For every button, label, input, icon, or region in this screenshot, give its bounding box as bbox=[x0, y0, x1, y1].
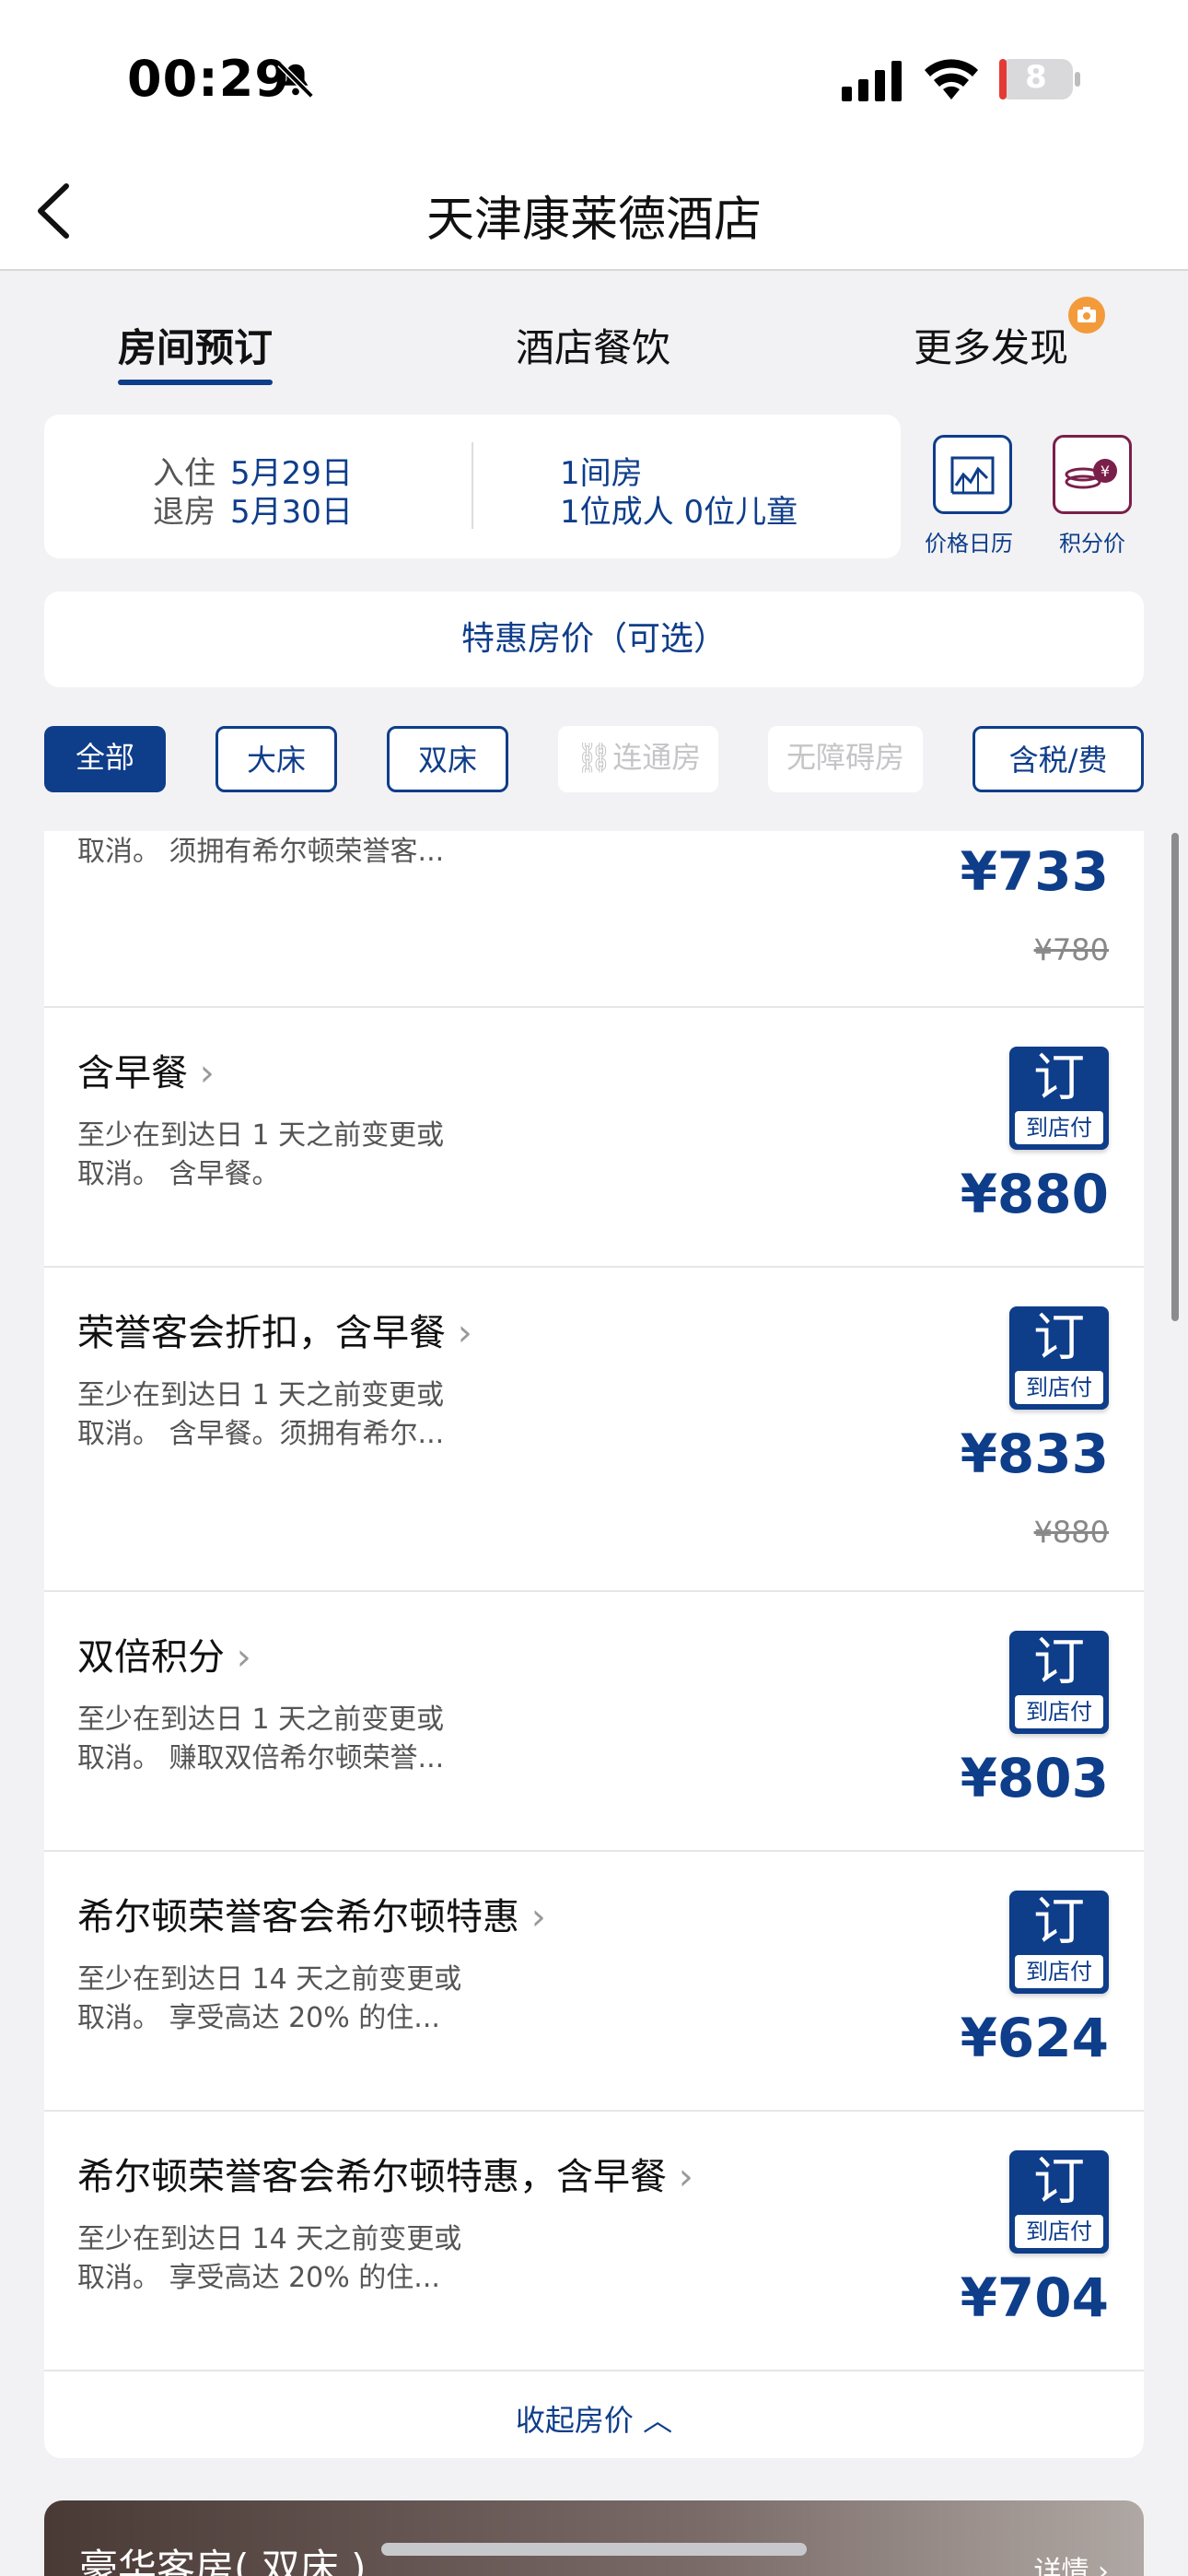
tab-dining[interactable]: 酒店餐饮 bbox=[516, 317, 670, 373]
rate-price: ¥704 bbox=[960, 2266, 1109, 2329]
rate-name-text: 荣誉客会折扣，含早餐 bbox=[77, 1312, 446, 1354]
chevron-right-icon: › bbox=[236, 1636, 251, 1679]
rate-name[interactable]: 希尔顿荣誉客会希尔顿特惠 › bbox=[77, 1887, 546, 1940]
room-details-link[interactable]: 详情 › bbox=[1033, 2548, 1109, 2576]
rate-desc: 至少在到达日 1 天之前变更或 bbox=[77, 1119, 445, 1152]
rate-name-text: 双倍积分 bbox=[77, 1636, 225, 1679]
guest-count[interactable]: 1位成人 0位儿童 bbox=[560, 486, 798, 532]
details-label: 详情 bbox=[1033, 2556, 1089, 2576]
book-button[interactable]: 订到店付 bbox=[1009, 1306, 1109, 1410]
pay-at-hotel-label: 到店付 bbox=[1015, 1111, 1103, 1144]
battery-level: 8 bbox=[1025, 59, 1047, 96]
pay-at-hotel-label: 到店付 bbox=[1015, 1695, 1103, 1728]
rate-name-text: 含早餐 bbox=[77, 1052, 188, 1095]
rate-price: ¥880 bbox=[960, 1163, 1109, 1225]
rate-original-price: ¥780 bbox=[1033, 932, 1109, 967]
rate-desc: 取消。 含早餐。 bbox=[77, 1158, 280, 1190]
chevron-right-icon: › bbox=[530, 1896, 546, 1938]
row-divider bbox=[44, 2110, 1144, 2112]
checkout-date[interactable]: 5月30日 bbox=[230, 486, 353, 532]
pay-at-hotel-label: 到店付 bbox=[1015, 1955, 1103, 1988]
price-calendar-label: 价格日历 bbox=[925, 531, 1013, 556]
book-label: 订 bbox=[1033, 1048, 1085, 1108]
tab-discover[interactable]: 更多发现 bbox=[914, 317, 1068, 373]
page-title: 天津康莱德酒店 bbox=[425, 193, 762, 248]
row-divider bbox=[44, 1266, 1144, 1268]
special-rate-selector[interactable]: 特惠房价（可选） bbox=[44, 591, 1144, 687]
row-divider bbox=[44, 1850, 1144, 1852]
price-calendar-button[interactable] bbox=[933, 435, 1012, 514]
tab-room-booking[interactable]: 房间预订 bbox=[118, 317, 273, 373]
row-divider bbox=[44, 2370, 1144, 2371]
rate-name[interactable]: 荣誉客会折扣，含早餐 › bbox=[77, 1303, 472, 1356]
book-button[interactable]: 订到店付 bbox=[1009, 1047, 1109, 1150]
filter-accessible-room: 无障碍房 bbox=[768, 726, 923, 792]
home-indicator[interactable] bbox=[381, 2543, 807, 2556]
tab-active-indicator bbox=[118, 380, 273, 385]
status-time: 00:29 bbox=[127, 50, 290, 108]
chevron-right-icon: › bbox=[457, 1312, 472, 1354]
svg-text:¥: ¥ bbox=[1101, 463, 1110, 480]
room-title: 豪华客房( 双床 ) bbox=[79, 2546, 367, 2576]
rate-name-text: 希尔顿荣誉客会希尔顿特惠 bbox=[77, 1896, 519, 1938]
book-label: 订 bbox=[1033, 1892, 1085, 1952]
row-divider bbox=[44, 1590, 1144, 1592]
pay-at-hotel-label: 到店付 bbox=[1015, 1371, 1103, 1404]
battery-indicator: 8 bbox=[998, 57, 1081, 101]
rate-price: ¥624 bbox=[960, 2007, 1109, 2069]
chevron-up-icon: ︿ bbox=[643, 2403, 673, 2438]
rate-name[interactable]: 双倍积分 › bbox=[77, 1627, 251, 1680]
rate-desc: 取消。 享受高达 20% 的住... bbox=[77, 2262, 440, 2294]
rate-price: ¥733 bbox=[960, 840, 1109, 903]
rate-name[interactable]: 含早餐 › bbox=[77, 1043, 215, 1096]
rate-name[interactable]: 希尔顿荣誉客会希尔顿特惠，含早餐 › bbox=[77, 2147, 693, 2200]
rate-name-text: 希尔顿荣誉客会希尔顿特惠，含早餐 bbox=[77, 2156, 667, 2198]
book-button[interactable]: 订到店付 bbox=[1009, 1891, 1109, 1994]
collapse-label: 收起房价 bbox=[515, 2403, 634, 2438]
pay-at-hotel-label: 到店付 bbox=[1015, 2215, 1103, 2248]
rate-desc: 取消。 含早餐。须拥有希尔... bbox=[77, 1418, 445, 1450]
book-label: 订 bbox=[1033, 1633, 1085, 1692]
checkout-label: 退房 bbox=[153, 494, 215, 531]
rate-desc: 至少在到达日 1 天之前变更或 bbox=[77, 1704, 445, 1736]
date-divider bbox=[472, 442, 473, 529]
chevron-right-icon: › bbox=[1098, 2556, 1109, 2576]
rate-desc: 至少在到达日 1 天之前变更或 bbox=[77, 1379, 445, 1411]
filter-connecting-label: 连通房 bbox=[612, 740, 702, 775]
book-button[interactable]: 订到店付 bbox=[1009, 2150, 1109, 2254]
rate-price: ¥833 bbox=[960, 1423, 1109, 1485]
book-label: 订 bbox=[1033, 2152, 1085, 2212]
scrollbar[interactable] bbox=[1171, 833, 1179, 1321]
wifi-icon bbox=[925, 59, 978, 100]
filter-all[interactable]: 全部 bbox=[44, 726, 166, 792]
rate-desc: 至少在到达日 14 天之前变更或 bbox=[77, 2223, 462, 2255]
book-button[interactable]: 订到店付 bbox=[1009, 1631, 1109, 1734]
rate-desc: 至少在到达日 14 天之前变更或 bbox=[77, 1963, 462, 1996]
filter-king-bed[interactable]: 大床 bbox=[215, 726, 337, 792]
filter-connecting-room: ⛓连通房 bbox=[558, 726, 718, 792]
collapse-rates-button[interactable]: 收起房价 ︿ bbox=[44, 2397, 1144, 2440]
rate-desc: 取消。 享受高达 20% 的住... bbox=[77, 2002, 440, 2034]
chevron-right-icon: › bbox=[678, 2156, 693, 2198]
link-icon: ⛓ bbox=[575, 740, 613, 775]
camera-badge-icon bbox=[1068, 297, 1105, 334]
filter-tax-included[interactable]: 含税/费 bbox=[973, 726, 1144, 792]
points-coins-icon: ¥ bbox=[1065, 459, 1117, 489]
points-price-button[interactable]: ¥ bbox=[1053, 435, 1132, 514]
cellular-signal-icon bbox=[842, 61, 902, 101]
points-price-label: 积分价 bbox=[1059, 531, 1125, 556]
rate-original-price: ¥880 bbox=[1033, 1515, 1109, 1550]
rate-price: ¥803 bbox=[960, 1747, 1109, 1809]
rate-desc: 取消。 须拥有希尔顿荣誉客... bbox=[77, 836, 445, 868]
rate-desc: 取消。 赚取双倍希尔顿荣誉... bbox=[77, 1742, 445, 1774]
filter-twin-bed[interactable]: 双床 bbox=[387, 726, 508, 792]
book-label: 订 bbox=[1033, 1308, 1085, 1368]
chevron-right-icon: › bbox=[199, 1052, 215, 1095]
price-calendar-icon bbox=[950, 456, 995, 495]
bell-muted-icon bbox=[277, 62, 314, 99]
row-divider bbox=[44, 1006, 1144, 1008]
